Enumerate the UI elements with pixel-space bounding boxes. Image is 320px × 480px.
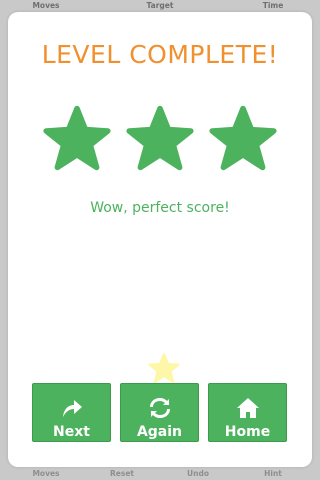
share-arrow-icon (62, 400, 82, 417)
star-icon-3 (209, 105, 277, 171)
next-button-label: Next (53, 424, 90, 440)
moves-header-label: Moves (32, 1, 60, 10)
star-icon-1 (43, 105, 111, 171)
reset-footer-label: Reset (110, 469, 134, 478)
top-status-bar: Moves Target Time (0, 0, 320, 12)
undo-footer-label: Undo (187, 469, 209, 478)
bottom-status-bar: Moves Reset Undo Hint (0, 466, 320, 480)
score-message: Wow, perfect score! (90, 200, 230, 216)
home-button[interactable]: Home (208, 383, 287, 442)
again-button-label: Again (136, 424, 183, 440)
again-button[interactable]: Again (120, 383, 199, 442)
moves-footer-label: Moves (32, 469, 60, 478)
time-header-label: Time (262, 1, 284, 10)
star-icon-2 (126, 105, 194, 171)
refresh-icon (149, 398, 170, 418)
house-icon (236, 398, 259, 418)
bonus-star-icon (148, 353, 180, 383)
level-complete-title: LEVEL COMPLETE! (41, 40, 279, 69)
hint-footer-label: Hint (264, 469, 282, 478)
target-header-label: Target (146, 1, 174, 10)
home-button-label: Home (224, 424, 271, 440)
star-rating (0, 104, 320, 174)
next-button[interactable]: Next (32, 383, 111, 442)
